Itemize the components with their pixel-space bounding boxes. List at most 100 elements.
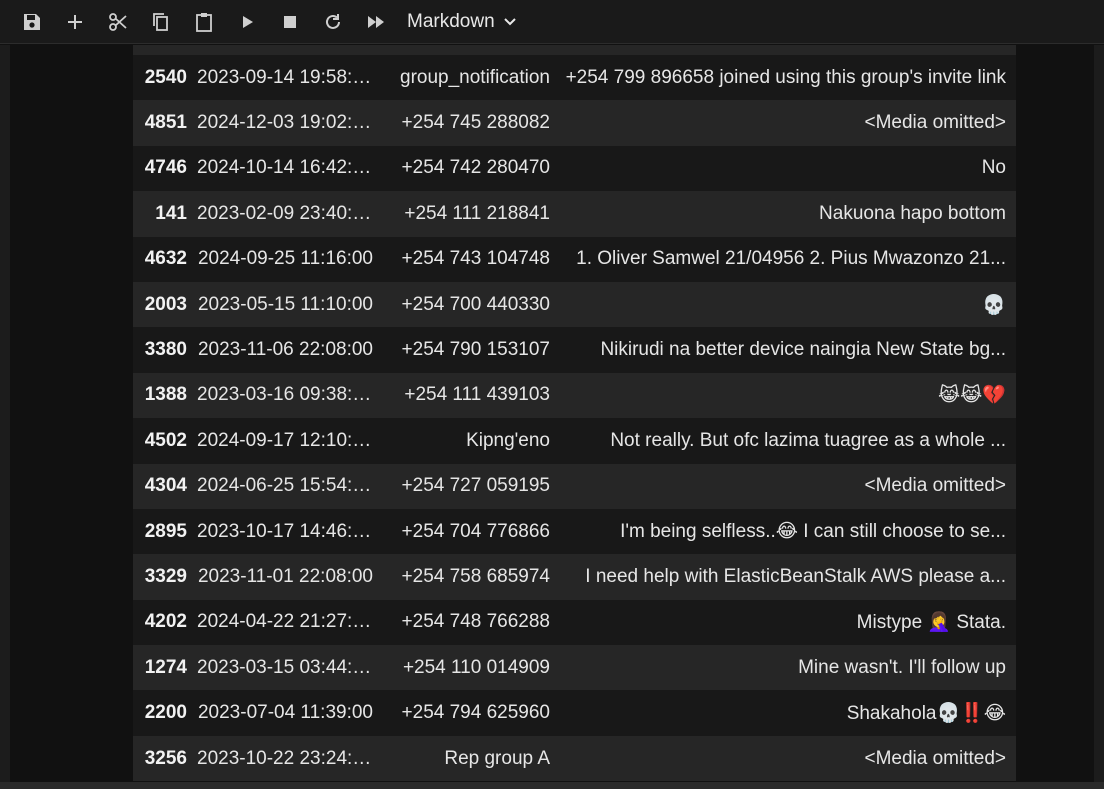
datetime-cell: 2024-09-25 11:16:00 (197, 236, 385, 282)
author-cell: +254 700 440330 (385, 281, 560, 328)
datetime-cell: 2024-12-03 19:02:00 (197, 100, 385, 146)
message-cell: <Media omitted> (560, 100, 1016, 146)
cell-type-dropdown[interactable]: Markdown (407, 11, 517, 33)
table-row: 2200 2023-07-04 11:39:00 +254 794 625960 Sh… (133, 690, 1016, 736)
left-gutter (0, 45, 10, 789)
datetime-cell: 2023-09-14 19:58:00 (197, 55, 385, 101)
author-cell: +254 110 014909 (385, 645, 560, 691)
row-index: 4851 (133, 100, 197, 146)
message-cell: <Media omitted> (560, 463, 1016, 509)
run-button[interactable] (235, 10, 259, 34)
table-row: 4851 2024-12-03 19:02:00 +254 745 288082 <M… (133, 100, 1016, 146)
datetime-cell: 2023-11-06 22:08:00 (197, 327, 385, 373)
row-index: 4632 (133, 236, 197, 282)
author-cell: +254 748 766288 (385, 599, 560, 646)
datetime-cell: 2023-07-04 11:39:00 (197, 690, 385, 736)
author-cell: group_notification (385, 55, 560, 101)
cell-type-label: Markdown (407, 10, 495, 32)
author-cell: +254 704 776866 (385, 508, 560, 555)
table-row: 2540 2023-09-14 19:58:00 group_notificatio… (133, 55, 1016, 101)
run-all-button[interactable] (364, 10, 388, 34)
message-cell: Nakuona hapo bottom (560, 191, 1016, 237)
table-row: 1274 2023-03-15 03:44:00 +254 110 014909 Mi… (133, 645, 1016, 691)
copy-icon (153, 12, 168, 31)
author-cell: +254 790 153107 (385, 327, 560, 373)
message-cell: I need help with ElasticBeanStalk AWS pl… (560, 554, 1016, 600)
table-row: 2003 2023-05-15 11:10:00 +254 700 440330 💀 (133, 281, 1016, 328)
datetime-cell: 2024-10-14 16:42:00 (197, 145, 385, 192)
cut-icon (109, 12, 127, 31)
row-index: 3380 (133, 327, 197, 373)
right-scrollbar[interactable] (1094, 45, 1104, 789)
paste-button[interactable] (192, 10, 216, 34)
author-cell: +254 758 685974 (385, 554, 560, 600)
datetime-cell: 2023-03-16 09:38:00 (197, 372, 385, 419)
author-cell: +254 742 280470 (385, 145, 560, 192)
datetime-cell: 2023-10-22 23:24:00 (197, 735, 385, 782)
horizontal-scrollbar[interactable] (0, 782, 1104, 789)
row-index: 3256 (133, 735, 197, 782)
datetime-cell: 2023-11-01 22:08:00 (197, 554, 385, 600)
table-row: 3256 2023-10-22 23:24:00 Rep group A <Media… (133, 735, 1016, 782)
author-cell: +254 794 625960 (385, 690, 560, 736)
row-index: 4746 (133, 145, 197, 192)
plus-icon (68, 14, 82, 29)
author-cell: +254 727 059195 (385, 463, 560, 509)
message-cell: Shakahola💀‼️😂 (560, 690, 1016, 736)
table-row: 4632 2024-09-25 11:16:00 +254 743 104748 1.… (133, 236, 1016, 282)
row-index: 2540 (133, 55, 197, 101)
datetime-cell: 2023-02-09 23:40:00 (197, 191, 385, 237)
save-icon (24, 13, 40, 30)
message-cell: Nikirudi na better device naingia New St… (560, 327, 1016, 373)
author-cell: Rep group A (385, 735, 560, 782)
chevron-down-icon (503, 17, 516, 25)
author-cell: +254 745 288082 (385, 100, 560, 146)
row-index: 141 (133, 191, 197, 237)
stop-button[interactable] (278, 10, 302, 34)
table-row-partial (133, 45, 1016, 55)
author-cell: +254 743 104748 (385, 236, 560, 282)
message-cell: Mistype 🤦‍♀️ Stata. (560, 599, 1016, 646)
message-cell: 1. Oliver Samwel 21/04956 2. Pius Mwazon… (560, 236, 1016, 282)
table-row: 3380 2023-11-06 22:08:00 +254 790 153107 Ni… (133, 327, 1016, 373)
message-cell: +254 799 896658 joined using this group'… (560, 55, 1016, 101)
row-index: 4304 (133, 463, 197, 509)
table-row: 141 2023-02-09 23:40:00 +254 111 218841 Nak… (133, 191, 1016, 237)
message-cell: 💀 (560, 281, 1016, 328)
dataframe-table: 2540 2023-09-14 19:58:00 group_notificatio… (133, 55, 1016, 782)
restart-icon (326, 13, 340, 29)
save-button[interactable] (20, 10, 44, 34)
cut-button[interactable] (106, 10, 130, 34)
datetime-cell: 2023-03-15 03:44:00 (197, 645, 385, 691)
copy-button[interactable] (149, 10, 173, 34)
insert-cell-button[interactable] (63, 10, 87, 34)
table-row: 4202 2024-04-22 21:27:00 +254 748 766288 Mi… (133, 599, 1016, 646)
run-all-icon (368, 15, 384, 28)
message-cell: <Media omitted> (560, 735, 1016, 782)
table-row: 1388 2023-03-16 09:38:00 +254 111 439103 😹😹… (133, 372, 1016, 419)
datetime-cell: 2023-05-15 11:10:00 (197, 281, 385, 328)
datetime-cell: 2023-10-17 14:46:00 (197, 508, 385, 555)
restart-button[interactable] (321, 10, 345, 34)
author-cell: +254 111 218841 (385, 191, 560, 237)
row-index: 2003 (133, 281, 197, 328)
table-row: 4746 2024-10-14 16:42:00 +254 742 280470 No (133, 145, 1016, 192)
row-index: 4502 (133, 418, 197, 464)
row-index: 1274 (133, 645, 197, 691)
datetime-cell: 2024-04-22 21:27:00 (197, 599, 385, 646)
message-cell: Not really. But ofc lazima tuagree as a … (560, 418, 1016, 464)
notebook-toolbar: Markdown (0, 0, 1104, 44)
table-row: 4502 2024-09-17 12:10:00 Kipng'eno Not real… (133, 418, 1016, 464)
message-cell: 😹😹💔 (560, 372, 1016, 419)
row-index: 2200 (133, 690, 197, 736)
table-row: 3329 2023-11-01 22:08:00 +254 758 685974 I … (133, 554, 1016, 600)
dataframe-output: 2540 2023-09-14 19:58:00 group_notificatio… (133, 45, 1016, 782)
row-index: 3329 (133, 554, 197, 600)
table-row: 4304 2024-06-25 15:54:00 +254 727 059195 <M… (133, 463, 1016, 509)
stop-icon (284, 15, 296, 28)
author-cell: Kipng'eno (385, 418, 560, 464)
row-index: 4202 (133, 599, 197, 646)
datetime-cell: 2024-09-17 12:10:00 (197, 418, 385, 464)
author-cell: +254 111 439103 (385, 372, 560, 419)
run-icon (243, 15, 253, 28)
